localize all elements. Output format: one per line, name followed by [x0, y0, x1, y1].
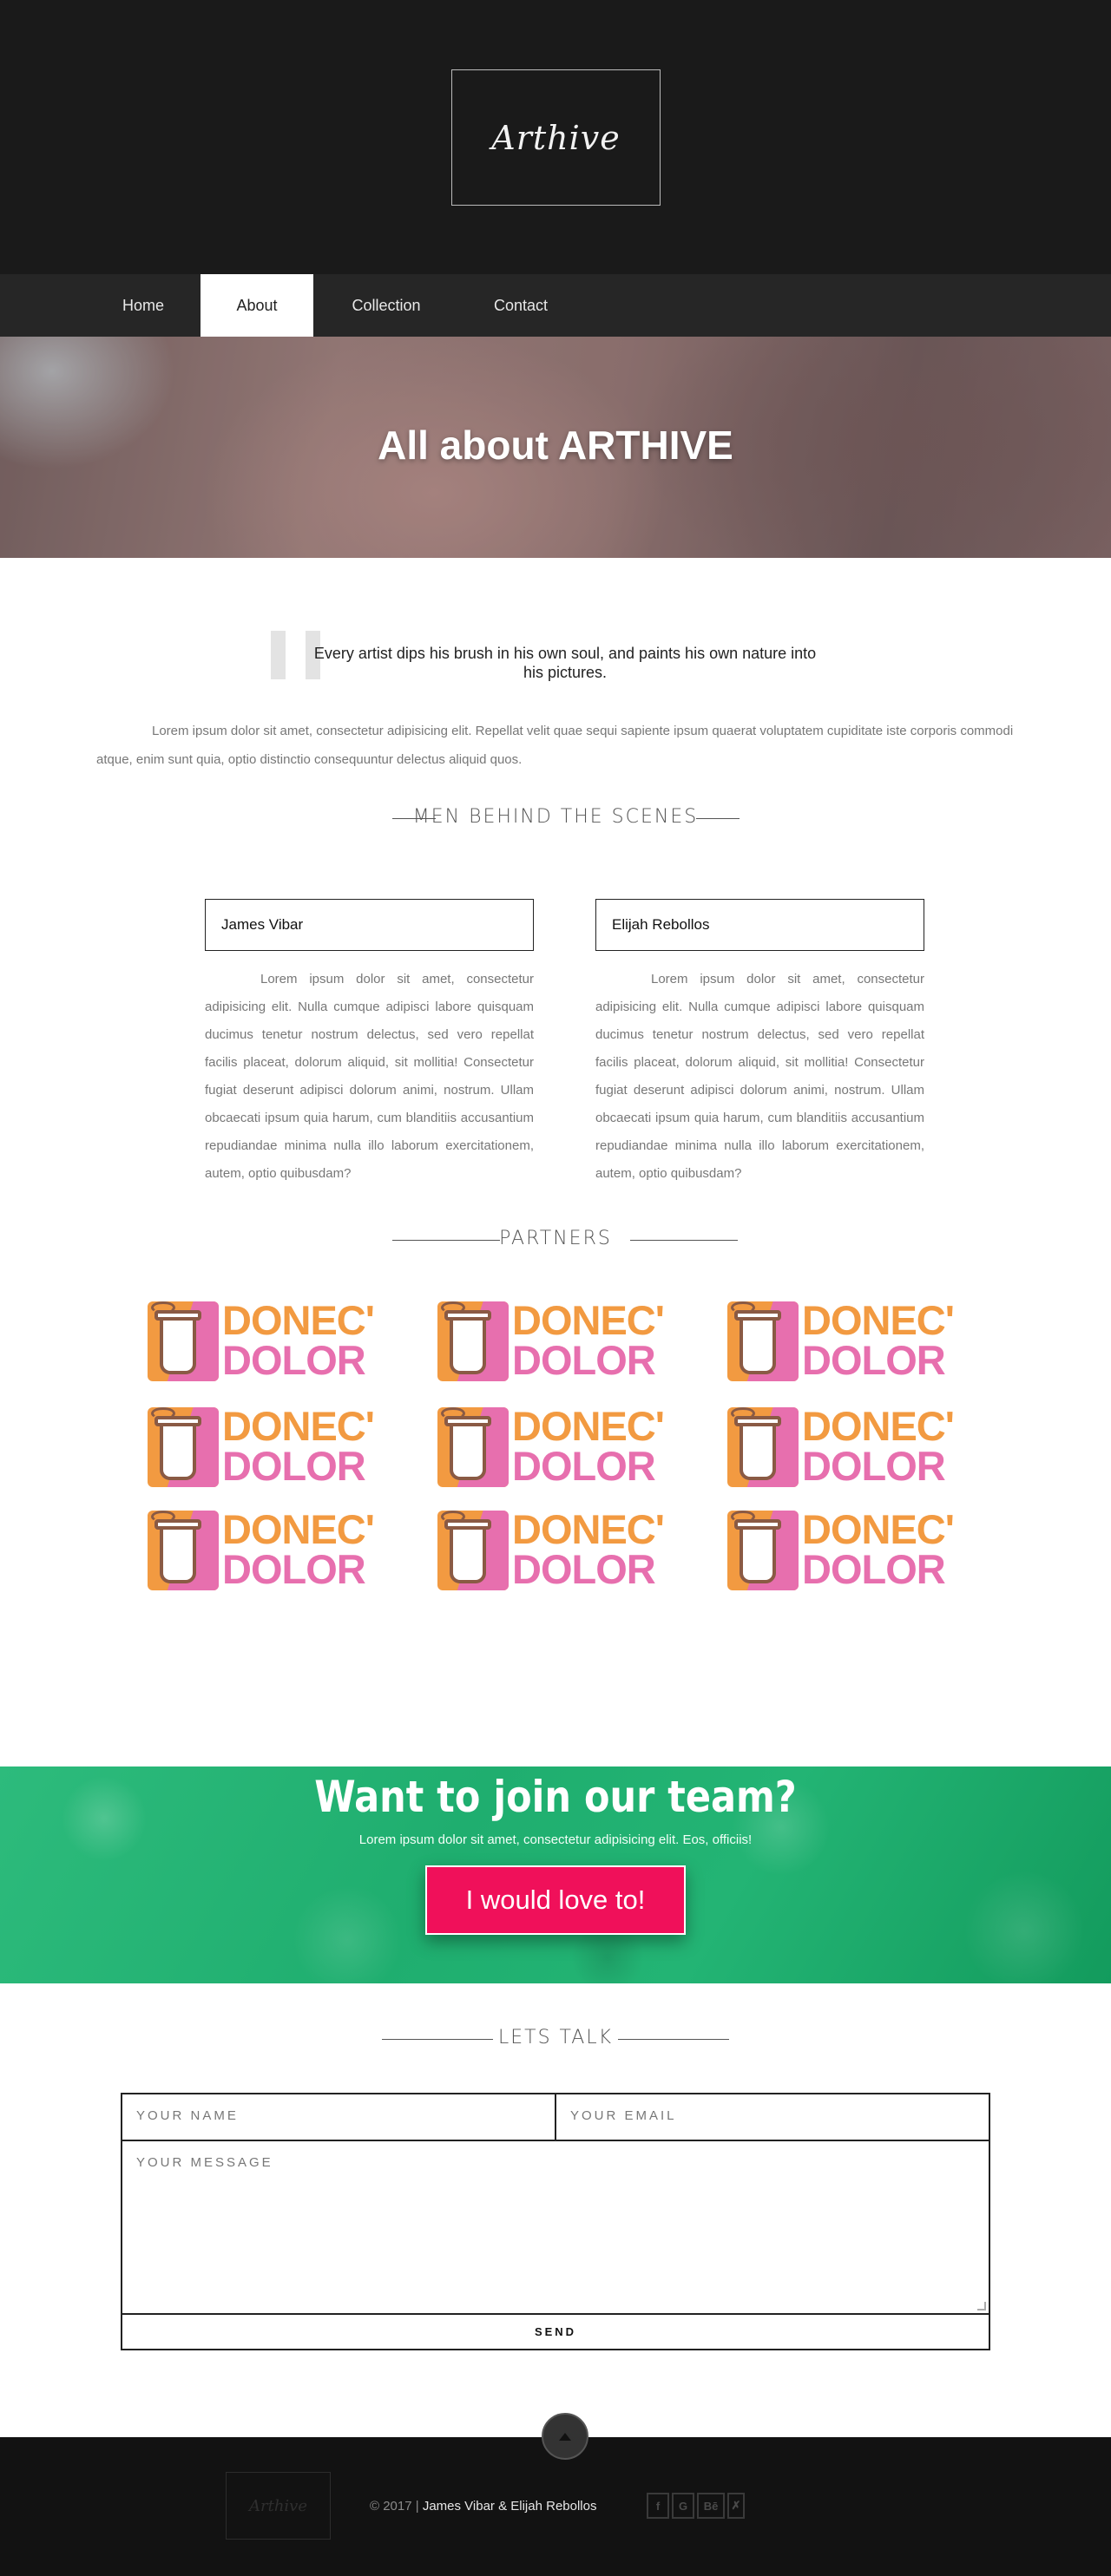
email-placeholder: YOUR EMAIL [570, 2108, 677, 2123]
x-icon[interactable]: ✗ [727, 2493, 745, 2519]
behance-icon[interactable]: Bē [697, 2493, 725, 2519]
partner-logo: DONEC' DOLOR [436, 1404, 687, 1491]
intro-paragraph: Lorem ipsum dolor sit amet, consectetur … [96, 724, 1014, 767]
partners-heading: PARTNERS [0, 1228, 1111, 1254]
team-heading-label: MEN BEHIND THE SCENES [412, 806, 699, 828]
coffee-cup-icon [727, 1407, 799, 1487]
coffee-cup-icon [148, 1511, 219, 1590]
partner-word-2: DOLOR [222, 1443, 366, 1489]
facebook-icon[interactable]: f [647, 2493, 669, 2519]
member-name-card: James Vibar [205, 899, 534, 951]
logo-text: Arthive [491, 118, 621, 157]
message-field[interactable]: YOUR MESSAGE [122, 2141, 989, 2315]
arrow-up-icon [559, 2432, 571, 2441]
partner-word-1: DONEC' [802, 1506, 955, 1552]
send-button[interactable]: SEND [122, 2315, 989, 2349]
back-to-top-button[interactable] [542, 2413, 588, 2460]
coffee-cup-icon [727, 1511, 799, 1590]
site-logo[interactable]: Arthive [451, 69, 661, 206]
email-field[interactable]: YOUR EMAIL [556, 2094, 989, 2141]
partner-word-1: DONEC' [222, 1506, 375, 1552]
partner-word-1: DONEC' [802, 1297, 955, 1343]
partners-heading-label: PARTNERS [499, 1228, 612, 1249]
coffee-cup-icon [727, 1301, 799, 1381]
partner-logo: DONEC' DOLOR [726, 1507, 977, 1594]
partner-logo: DONEC' DOLOR [726, 1298, 977, 1385]
join-subtitle: Lorem ipsum dolor sit amet, consectetur … [358, 1832, 753, 1847]
partner-word-1: DONEC' [222, 1403, 375, 1449]
join-button[interactable]: I would love to! [425, 1865, 686, 1935]
member-bio: Lorem ipsum dolor sit amet, consectetur … [595, 972, 924, 1181]
nav-item-home[interactable]: Home [108, 274, 178, 337]
partner-word-1: DONEC' [512, 1506, 665, 1552]
join-title: Want to join our team? [314, 1772, 797, 1822]
coffee-cup-icon [437, 1407, 509, 1487]
site-header: Arthive [0, 0, 1111, 274]
contact-form: YOUR NAME YOUR EMAIL YOUR MESSAGE SEND [121, 2093, 990, 2350]
partner-word-2: DOLOR [802, 1546, 946, 1592]
resize-handle-icon[interactable] [977, 2302, 986, 2311]
google-icon[interactable]: G [672, 2493, 694, 2519]
nav-item-collection[interactable]: Collection [339, 274, 434, 337]
member-bio: Lorem ipsum dolor sit amet, consectetur … [205, 972, 534, 1181]
name-placeholder: YOUR NAME [136, 2108, 239, 2123]
partner-logo: DONEC' DOLOR [436, 1507, 687, 1594]
coffee-cup-icon [148, 1407, 219, 1487]
hero-banner: All about ARTHIVE [0, 337, 1111, 558]
partner-word-2: DOLOR [222, 1337, 366, 1383]
partner-logo: DONEC' DOLOR [726, 1404, 977, 1491]
nav-item-contact[interactable]: Contact [482, 274, 560, 337]
team-heading: MEN BEHIND THE SCENES [0, 806, 1111, 832]
partner-word-2: DOLOR [222, 1546, 366, 1592]
footer-logo[interactable]: Arthive [226, 2472, 331, 2540]
contact-heading: LETS TALK [0, 2027, 1111, 2053]
partner-word-2: DOLOR [512, 1337, 656, 1383]
coffee-cup-icon [437, 1301, 509, 1381]
partner-logo: DONEC' DOLOR [146, 1298, 398, 1385]
author-names: James Vibar & Elijah Rebollos [422, 2499, 597, 2514]
partner-word-2: DOLOR [802, 1337, 946, 1383]
social-links: f G Bē ✗ [647, 2493, 745, 2519]
partner-logo: DONEC' DOLOR [146, 1507, 398, 1594]
name-field[interactable]: YOUR NAME [122, 2094, 556, 2141]
partner-word-1: DONEC' [802, 1403, 955, 1449]
partner-word-1: DONEC' [512, 1297, 665, 1343]
copyright-text: © 2017 | [370, 2499, 423, 2514]
message-placeholder: YOUR MESSAGE [136, 2155, 273, 2170]
partner-logo: DONEC' DOLOR [436, 1298, 687, 1385]
hero-title: All about ARTHIVE [378, 423, 733, 468]
member-name-card: Elijah Rebollos [595, 899, 924, 951]
partner-word-2: DOLOR [802, 1443, 946, 1489]
nav-item-about[interactable]: About [201, 274, 313, 337]
partner-word-2: DOLOR [512, 1546, 656, 1592]
partner-word-2: DOLOR [512, 1443, 656, 1489]
partner-word-1: DONEC' [512, 1403, 665, 1449]
quote-text: Every artist dips his brush in his own s… [313, 645, 817, 681]
partner-logo: DONEC' DOLOR [146, 1404, 398, 1491]
footer-copyright: © 2017 | James Vibar & Elijah Rebollos [370, 2499, 596, 2514]
contact-heading-label: LETS TALK [497, 2027, 614, 2048]
coffee-cup-icon [148, 1301, 219, 1381]
partner-word-1: DONEC' [222, 1297, 375, 1343]
main-nav: Home About Collection Contact [0, 274, 1111, 337]
join-team-banner: Want to join our team? Lorem ipsum dolor… [0, 1766, 1111, 1983]
coffee-cup-icon [437, 1511, 509, 1590]
